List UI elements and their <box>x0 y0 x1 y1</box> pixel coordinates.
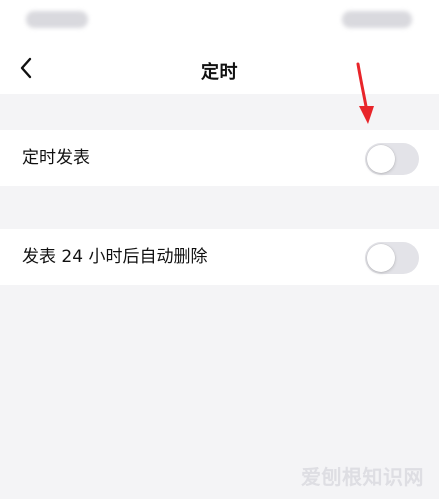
settings-row-auto-delete: 发表 24 小时后自动删除 <box>0 229 439 285</box>
status-bar <box>0 0 439 44</box>
status-bar-left-blurred <box>26 11 88 28</box>
settings-row-label: 定时发表 <box>22 148 90 168</box>
toggle-knob <box>367 244 395 272</box>
toggle-knob <box>367 145 395 173</box>
scheduled-publish-toggle[interactable] <box>365 143 419 175</box>
status-bar-right-blurred <box>342 11 412 28</box>
auto-delete-toggle[interactable] <box>365 242 419 274</box>
red-arrow-annotation-icon <box>356 62 374 124</box>
watermark: 爱刨根知识网 <box>301 465 424 489</box>
settings-row-label: 发表 24 小时后自动删除 <box>22 247 208 267</box>
settings-row-scheduled-publish: 定时发表 <box>0 130 439 186</box>
